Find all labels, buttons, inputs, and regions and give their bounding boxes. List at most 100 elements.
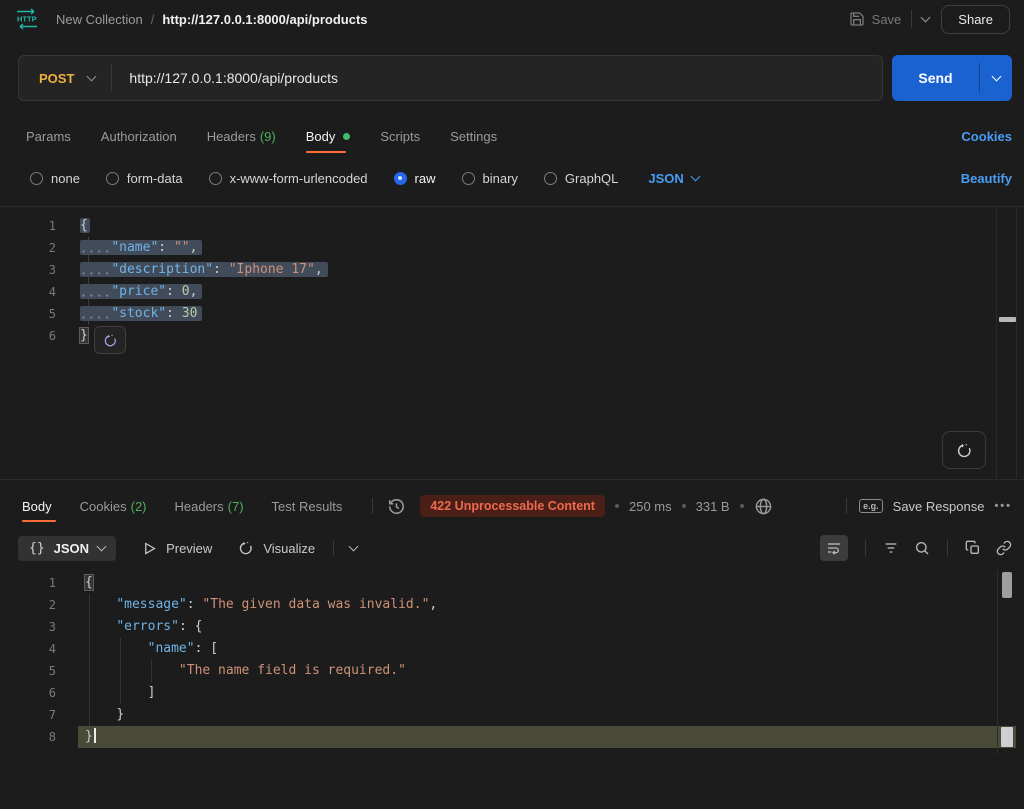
response-tab-test-results[interactable]: Test Results — [272, 499, 343, 514]
radio-graphql[interactable]: GraphQL — [544, 171, 618, 186]
dot-separator — [740, 504, 744, 508]
headers-count: (9) — [260, 129, 276, 144]
status-badge[interactable]: 422 Unprocessable Content — [420, 495, 605, 517]
divider — [372, 498, 373, 514]
radio-binary[interactable]: binary — [462, 171, 518, 186]
language-chevron-icon — [690, 171, 700, 181]
divider — [947, 540, 948, 556]
radio-form-data[interactable]: form-data — [106, 171, 183, 186]
braces-icon: {} — [29, 541, 45, 556]
cookies-link[interactable]: Cookies — [961, 129, 1012, 144]
response-tab-cookies[interactable]: Cookies(2) — [80, 499, 147, 514]
line-number: 1 — [0, 215, 56, 237]
breadcrumb-separator: / — [151, 12, 155, 27]
copy-icon[interactable] — [965, 540, 981, 556]
send-button[interactable]: Send — [892, 55, 979, 101]
share-button[interactable]: Share — [941, 5, 1010, 34]
radio-icon — [544, 172, 557, 185]
radio-raw[interactable]: raw — [394, 171, 436, 186]
save-button[interactable]: Save — [849, 11, 902, 27]
divider — [333, 540, 334, 556]
request-code-line: 2 "name": "", — [0, 237, 1024, 259]
format-chevron-icon — [97, 541, 107, 551]
dot-separator — [615, 504, 619, 508]
response-tab-body[interactable]: Body — [22, 499, 52, 514]
response-code-line: 2 "message": "The given data was invalid… — [0, 594, 1024, 616]
radio-none[interactable]: none — [30, 171, 80, 186]
url-box: POST http://127.0.0.1:8000/api/products — [18, 55, 883, 101]
request-url-row: POST http://127.0.0.1:8000/api/products … — [18, 55, 1012, 101]
response-tab-headers[interactable]: Headers(7) — [175, 499, 244, 514]
preview-button[interactable]: Preview — [142, 541, 212, 556]
radio-urlencoded[interactable]: x-www-form-urlencoded — [209, 171, 368, 186]
save-response-button[interactable]: Save Response — [893, 499, 985, 514]
line-number: 2 — [0, 237, 56, 259]
body-type-options: none form-data x-www-form-urlencoded raw… — [30, 164, 1012, 192]
request-tabs: Params Authorization Headers(9) Body Scr… — [26, 121, 1012, 151]
wrap-text-button[interactable] — [820, 535, 848, 561]
tab-headers[interactable]: Headers(9) — [207, 129, 276, 144]
response-time[interactable]: 250 ms — [629, 499, 672, 514]
tab-params[interactable]: Params — [26, 129, 71, 144]
request-code-line: 6 } — [0, 325, 1024, 347]
tab-authorization[interactable]: Authorization — [101, 129, 177, 144]
view-options-chevron-icon[interactable] — [349, 541, 359, 551]
postbot-suggestion-button[interactable] — [94, 326, 126, 354]
response-code-line-current: 8 } — [0, 726, 1024, 748]
line-number: 1 — [0, 572, 56, 594]
cookies-count: (2) — [131, 499, 147, 514]
tab-settings[interactable]: Settings — [450, 129, 497, 144]
filter-icon[interactable] — [883, 540, 899, 556]
current-line-scroll-marker — [1001, 727, 1013, 747]
body-modified-dot-icon — [343, 133, 350, 140]
request-code-line: 1 { — [0, 215, 1024, 237]
top-bar: HTTP New Collection / http://127.0.0.1:8… — [0, 0, 1024, 38]
line-number: 4 — [0, 638, 56, 660]
line-number: 6 — [0, 325, 56, 347]
line-number: 8 — [0, 726, 56, 748]
line-number: 5 — [0, 660, 56, 682]
response-code-line: 7 } — [0, 704, 1024, 726]
save-floppy-icon — [849, 11, 865, 27]
response-toolbar: {} JSON Preview Visualize — [18, 533, 1012, 563]
radio-selected-icon — [394, 172, 407, 185]
more-options-button[interactable]: ••• — [994, 500, 1012, 512]
editor-right-border — [996, 207, 997, 478]
tab-scripts[interactable]: Scripts — [380, 129, 420, 144]
tab-body[interactable]: Body — [306, 129, 351, 144]
scrollbar-marker[interactable] — [999, 317, 1016, 322]
active-tab-underline — [22, 520, 56, 522]
response-size[interactable]: 331 B — [696, 499, 730, 514]
line-number: 7 — [0, 704, 56, 726]
network-globe-icon[interactable] — [754, 497, 773, 516]
link-icon[interactable] — [996, 540, 1012, 556]
breadcrumb-collection[interactable]: New Collection — [56, 12, 143, 27]
request-body-editor[interactable]: 1 { 2 "name": "", 3 "description": "Ipho… — [0, 206, 1024, 478]
request-response-splitter[interactable] — [0, 479, 1024, 480]
beautify-link[interactable]: Beautify — [961, 171, 1012, 186]
line-number: 3 — [0, 259, 56, 281]
send-options-button[interactable] — [980, 55, 1012, 101]
method-chevron-icon[interactable] — [87, 71, 97, 81]
language-select[interactable]: JSON — [648, 171, 698, 186]
response-code-line: 4 "name": [ — [0, 638, 1024, 660]
history-icon[interactable] — [387, 497, 406, 516]
method-selector[interactable]: POST — [19, 71, 88, 86]
play-icon — [142, 541, 157, 556]
divider — [865, 540, 866, 556]
save-options-chevron-icon[interactable] — [921, 12, 931, 22]
line-number: 5 — [0, 303, 56, 325]
visualize-button[interactable]: Visualize — [238, 540, 315, 556]
line-number: 3 — [0, 616, 56, 638]
example-icon: e.g. — [859, 499, 883, 513]
response-format-select[interactable]: {} JSON — [18, 536, 116, 561]
response-code-line: 1 { — [0, 572, 1024, 594]
editor-right-border — [997, 570, 998, 754]
url-input[interactable]: http://127.0.0.1:8000/api/products — [112, 70, 355, 86]
response-body-viewer[interactable]: 1 { 2 "message": "The given data was inv… — [0, 570, 1024, 754]
breadcrumb-request-title[interactable]: http://127.0.0.1:8000/api/products — [162, 12, 367, 27]
postbot-button[interactable] — [942, 431, 986, 469]
search-icon[interactable] — [914, 540, 930, 556]
active-tab-underline — [306, 151, 346, 153]
scrollbar-thumb[interactable] — [1002, 572, 1012, 598]
